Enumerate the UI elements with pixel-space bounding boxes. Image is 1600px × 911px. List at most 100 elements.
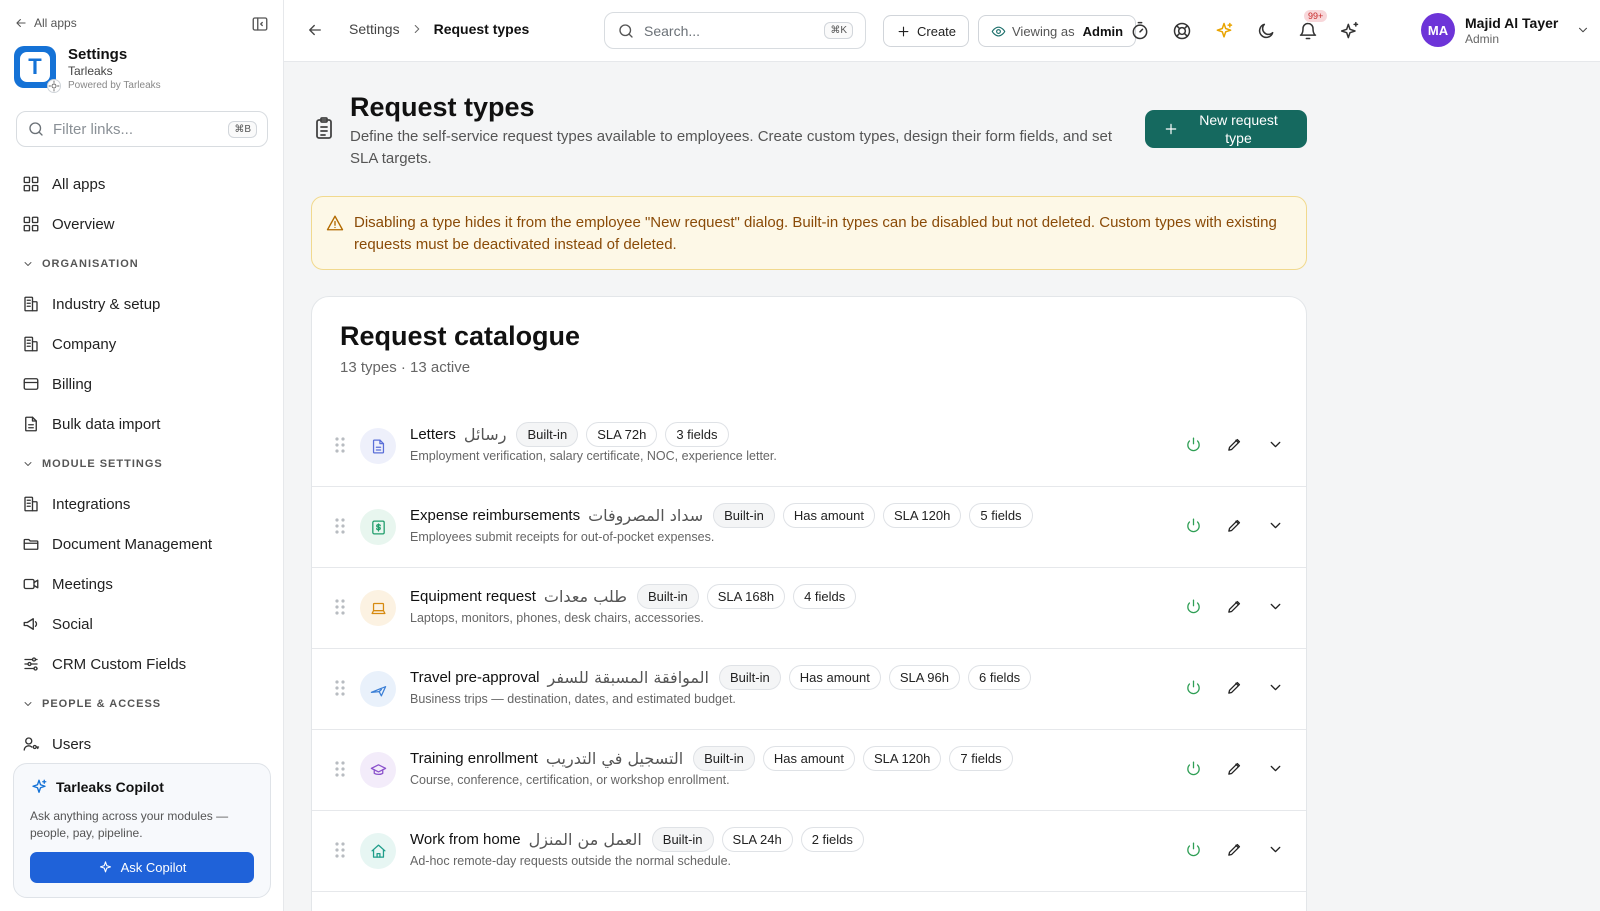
- timer-button[interactable]: [1129, 20, 1151, 42]
- expand-button[interactable]: [1267, 598, 1284, 615]
- drag-handle-icon[interactable]: [334, 436, 346, 454]
- toggle-active-button[interactable]: [1185, 841, 1202, 858]
- request-type-description: Ad-hoc remote-day requests outside the n…: [410, 854, 732, 868]
- edit-button[interactable]: [1226, 598, 1243, 615]
- drag-handle-icon[interactable]: [334, 760, 346, 778]
- copilot-description: Ask anything across your modules — peopl…: [30, 809, 229, 840]
- eye-icon: [991, 26, 1006, 36]
- request-type-name: Training enrollment: [410, 750, 538, 767]
- list-item: Equipment request طلب معدات Built-in SLA …: [312, 568, 1306, 649]
- app-title: Settings: [68, 46, 128, 63]
- drag-handle-icon[interactable]: [334, 841, 346, 859]
- search-shortcut: ⌘K: [824, 22, 853, 39]
- tag-badge: Built-in: [651, 827, 714, 852]
- section-organisation[interactable]: ORGANISATION: [0, 244, 284, 284]
- request-type-name: Expense reimbursements: [410, 507, 581, 524]
- toggle-active-button[interactable]: [1185, 436, 1202, 453]
- edit-button[interactable]: [1226, 841, 1243, 858]
- sidebar-item-crm-custom-fields[interactable]: CRM Custom Fields: [0, 644, 284, 684]
- drag-handle-icon[interactable]: [334, 598, 346, 616]
- global-search-input[interactable]: Search... ⌘K: [604, 12, 866, 49]
- expand-button[interactable]: [1267, 436, 1284, 453]
- drag-handle-icon[interactable]: [334, 679, 346, 697]
- warning-alert: Disabling a type hides it from the emplo…: [311, 196, 1307, 270]
- chevron-right-icon: [414, 24, 419, 34]
- chevron-down-icon: [1270, 765, 1281, 772]
- tag-badge: Built-in: [718, 665, 781, 690]
- expand-button[interactable]: [1267, 760, 1284, 777]
- request-type-name: Work from home: [410, 831, 521, 848]
- sidebar-item-integrations[interactable]: Integrations: [0, 484, 284, 524]
- sidebar-item-meetings[interactable]: Meetings: [0, 564, 284, 604]
- filter-links-input[interactable]: Filter links... ⌘B: [16, 111, 268, 147]
- sidebar-item-company[interactable]: Company: [0, 324, 284, 364]
- edit-button[interactable]: [1226, 517, 1243, 534]
- collapse-sidebar-button[interactable]: [251, 15, 269, 33]
- sidebar-item-overview[interactable]: Overview: [0, 204, 284, 244]
- request-type-name: Letters: [410, 426, 456, 443]
- user-menu[interactable]: MA Majid Al Tayer Admin: [1421, 13, 1590, 47]
- sidebar-item-bulk-data-import[interactable]: Bulk data import: [0, 404, 284, 444]
- home-icon: [360, 833, 396, 869]
- file-icon: [25, 416, 37, 432]
- ai-button[interactable]: [1213, 20, 1235, 42]
- top-header: Settings Request types Search... ⌘K Crea…: [284, 0, 1600, 62]
- expand-button[interactable]: [1267, 679, 1284, 696]
- viewing-as-button[interactable]: Viewing as Admin: [978, 15, 1137, 47]
- sidebar-item-users[interactable]: Users: [0, 724, 284, 764]
- list-item: Training enrollment التسجيل في التدريب B…: [312, 730, 1306, 811]
- sidebar-item-billing[interactable]: Billing: [0, 364, 284, 404]
- breadcrumb-settings[interactable]: Settings: [349, 21, 400, 37]
- power-icon: [1187, 437, 1200, 452]
- user-name: Majid Al Tayer: [1465, 14, 1559, 31]
- new-request-type-button[interactable]: New request type: [1145, 110, 1307, 148]
- toggle-active-button[interactable]: [1185, 598, 1202, 615]
- pencil-icon: [1228, 681, 1241, 694]
- sidebar-nav: All apps Overview ORGANISATION Industry …: [0, 164, 284, 764]
- power-icon: [1187, 599, 1200, 614]
- building-icon: [24, 496, 38, 512]
- toggle-active-button[interactable]: [1185, 760, 1202, 777]
- notifications-button[interactable]: 99+: [1297, 9, 1329, 42]
- toggle-active-button[interactable]: [1185, 517, 1202, 534]
- plus-icon: [1165, 123, 1177, 135]
- building-icon: [24, 336, 38, 352]
- expand-button[interactable]: [1267, 517, 1284, 534]
- edit-button[interactable]: [1226, 679, 1243, 696]
- request-type-arabic-name: طلب معدات: [543, 587, 627, 606]
- plane-icon: [360, 671, 396, 707]
- sidebar-item-social[interactable]: Social: [0, 604, 284, 644]
- edit-button[interactable]: [1226, 436, 1243, 453]
- edit-button[interactable]: [1226, 760, 1243, 777]
- toggle-active-button[interactable]: [1185, 679, 1202, 696]
- request-catalogue-card: Request catalogue 13 types · 13 active L…: [311, 296, 1307, 911]
- megaphone-icon: [23, 618, 38, 630]
- drag-handle-icon[interactable]: [334, 517, 346, 535]
- chevron-down-icon: [1579, 27, 1588, 33]
- request-type-description: Business trips — destination, dates, and…: [410, 692, 736, 706]
- chevron-down-icon: [24, 262, 32, 266]
- ask-copilot-button[interactable]: Ask Copilot: [30, 852, 254, 883]
- section-module-settings[interactable]: MODULE SETTINGS: [0, 444, 284, 484]
- back-button[interactable]: [306, 21, 324, 39]
- sparkle-icon: [99, 861, 111, 873]
- all-apps-back-link[interactable]: All apps: [14, 16, 77, 30]
- tag-badge: Has amount: [762, 746, 855, 771]
- section-people-access[interactable]: PEOPLE & ACCESS: [0, 684, 284, 724]
- expand-button[interactable]: [1267, 841, 1284, 858]
- theme-toggle-button[interactable]: [1255, 20, 1277, 42]
- request-type-description: Laptops, monitors, phones, desk chairs, …: [410, 611, 704, 625]
- sidebar-item-industry-setup[interactable]: Industry & setup: [0, 284, 284, 324]
- page-description: Define the self-service request types av…: [350, 128, 1113, 167]
- sidebar-item-all-apps[interactable]: All apps: [0, 164, 284, 204]
- tag-badge: Built-in: [693, 746, 755, 771]
- tag-badge: SLA 96h: [888, 665, 960, 690]
- create-button[interactable]: Create: [883, 15, 970, 47]
- chevron-down-icon: [1270, 441, 1281, 448]
- help-button[interactable]: [1171, 20, 1193, 42]
- tag-badge: Built-in: [713, 503, 775, 528]
- sidebar-item-document-management[interactable]: Document Management: [0, 524, 284, 564]
- user-key-icon: [23, 737, 40, 751]
- copilot-header-button[interactable]: [1339, 20, 1361, 42]
- tag-badge: Has amount: [788, 665, 881, 690]
